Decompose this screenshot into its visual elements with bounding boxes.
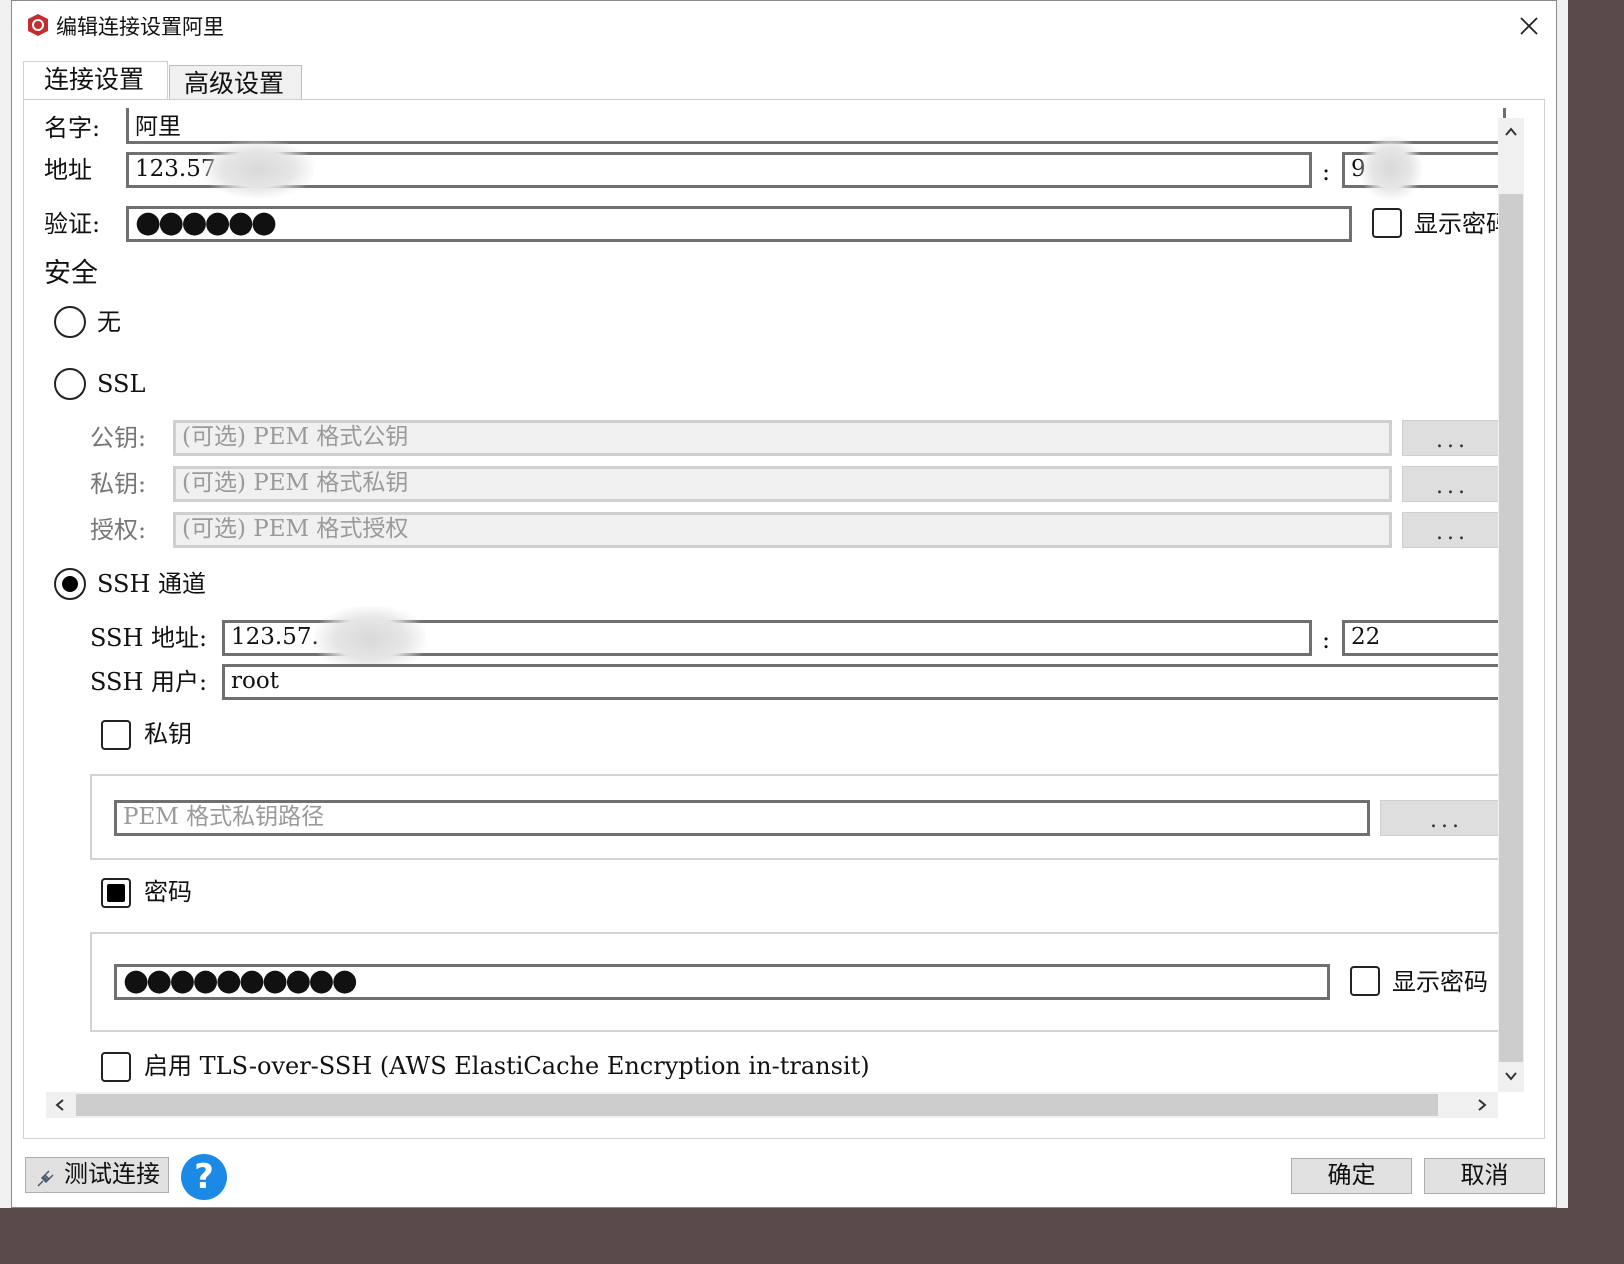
- ssh-private-key-group: PEM 格式私钥路径 ...: [90, 774, 1512, 860]
- horizontal-scroll-thumb[interactable]: [76, 1094, 1438, 1116]
- ssh-private-key-path-input[interactable]: PEM 格式私钥路径: [114, 800, 1370, 836]
- help-icon[interactable]: ?: [181, 1154, 227, 1200]
- address-label: 地址: [44, 156, 92, 184]
- security-heading: 安全: [44, 258, 98, 289]
- name-input[interactable]: 阿里: [126, 108, 1506, 144]
- tab-label: 高级设置: [184, 69, 285, 98]
- ssl-public-key-input[interactable]: (可选) PEM 格式公钥: [173, 420, 1392, 456]
- ssh-user-input[interactable]: root: [222, 664, 1502, 700]
- horizontal-scrollbar[interactable]: [46, 1092, 1498, 1118]
- scroll-left-icon[interactable]: [52, 1097, 68, 1113]
- tab-label: 连接设置: [44, 65, 145, 94]
- cancel-button[interactable]: 取消: [1424, 1158, 1545, 1194]
- security-ssh-radio[interactable]: [54, 568, 86, 600]
- ssh-password-group: ●●●●●●●●●● 显示密码: [90, 932, 1510, 1032]
- ssh-address-value: 123.57.: [231, 624, 319, 650]
- dialog-window: 编辑连接设置阿里 连接设置 高级设置 名字: 阿里 地址 123.57 : 9 …: [11, 0, 1557, 1208]
- ssh-user-value: root: [231, 668, 279, 694]
- ssh-password-label: 密码: [144, 878, 192, 906]
- show-password-checkbox[interactable]: [1372, 208, 1402, 238]
- scroll-right-icon[interactable]: [1474, 1097, 1490, 1113]
- scroll-up-icon[interactable]: [1503, 124, 1519, 140]
- ssh-show-password-checkbox[interactable]: [1350, 966, 1380, 996]
- ssh-address-label: SSH 地址:: [90, 624, 208, 652]
- help-symbol: ?: [194, 1157, 214, 1197]
- ssh-password-input[interactable]: ●●●●●●●●●●: [114, 964, 1330, 1000]
- background-app: [0, 0, 11, 1208]
- ssh-port-input[interactable]: 22: [1342, 620, 1502, 656]
- ssh-user-label: SSH 用户:: [90, 668, 208, 696]
- ssl-authority-browse-button[interactable]: ...: [1402, 512, 1502, 548]
- auth-password-dots: ●●●●●●: [135, 206, 277, 240]
- redaction-blur: [202, 140, 314, 198]
- security-ssl-label: SSL: [97, 370, 146, 398]
- port-separator: :: [1322, 158, 1331, 186]
- close-icon[interactable]: [1518, 15, 1542, 39]
- vertical-scroll-thumb[interactable]: [1499, 194, 1523, 1062]
- security-ssl-radio[interactable]: [54, 368, 86, 400]
- auth-label: 验证:: [44, 210, 101, 238]
- redaction-blur: [1360, 136, 1422, 200]
- vertical-scrollbar[interactable]: [1498, 118, 1524, 1092]
- ssl-authority-label: 授权:: [90, 516, 147, 544]
- tab-connection-settings[interactable]: 连接设置: [23, 61, 168, 101]
- ssh-password-dots: ●●●●●●●●●●: [123, 964, 358, 998]
- ssh-show-password-label: 显示密码: [1392, 968, 1488, 996]
- settings-panel: 名字: 阿里 地址 123.57 : 9 验证: ●●●●●● 显示密码 安全 …: [23, 99, 1545, 1139]
- ssh-private-key-checkbox[interactable]: [101, 720, 131, 750]
- show-password-label: 显示密码: [1414, 210, 1498, 238]
- ssl-private-key-browse-button[interactable]: ...: [1402, 466, 1502, 502]
- ssl-private-key-input[interactable]: (可选) PEM 格式私钥: [173, 466, 1392, 502]
- auth-password-input[interactable]: ●●●●●●: [126, 206, 1352, 242]
- ssl-private-key-label: 私钥:: [90, 470, 147, 498]
- tab-advanced-settings[interactable]: 高级设置: [169, 65, 302, 101]
- security-ssh-label: SSH 通道: [97, 570, 207, 598]
- plug-icon: [34, 1166, 56, 1188]
- app-icon: [26, 13, 50, 37]
- ssh-password-checkbox[interactable]: [101, 878, 131, 908]
- test-connection-label: 测试连接: [64, 1160, 160, 1188]
- ssl-public-key-browse-button[interactable]: ...: [1402, 420, 1502, 456]
- window-title: 编辑连接设置阿里: [56, 15, 224, 39]
- ssh-port-separator: :: [1322, 626, 1331, 654]
- ssl-authority-input[interactable]: (可选) PEM 格式授权: [173, 512, 1392, 548]
- ssh-port-value: 22: [1351, 624, 1381, 650]
- ssl-public-key-label: 公钥:: [90, 424, 147, 452]
- redaction-blur: [314, 606, 426, 672]
- tls-over-ssh-checkbox[interactable]: [101, 1052, 131, 1082]
- security-none-label: 无: [97, 308, 121, 336]
- ok-button[interactable]: 确定: [1291, 1158, 1412, 1194]
- security-none-radio[interactable]: [54, 306, 86, 338]
- background-app-right: [1557, 0, 1568, 1208]
- tls-over-ssh-label: 启用 TLS-over-SSH (AWS ElastiCache Encrypt…: [144, 1052, 870, 1080]
- name-label: 名字:: [44, 114, 101, 142]
- ssh-private-key-label: 私钥: [144, 720, 192, 748]
- test-connection-button[interactable]: 测试连接: [25, 1157, 169, 1193]
- ssh-private-key-browse-button[interactable]: ...: [1380, 800, 1512, 836]
- scroll-down-icon[interactable]: [1503, 1068, 1519, 1084]
